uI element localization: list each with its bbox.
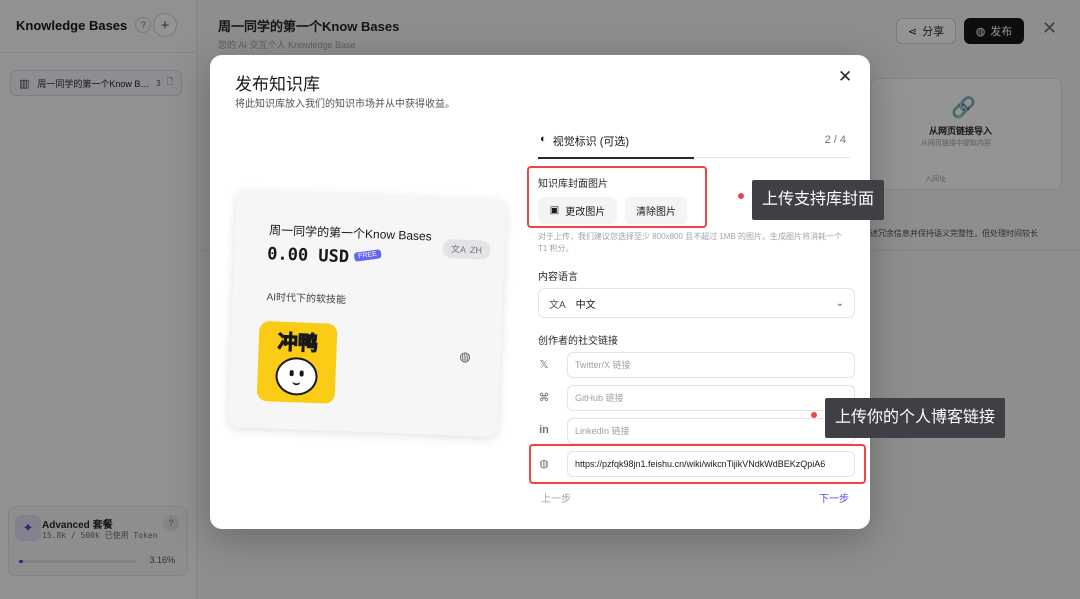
- tab-underline: [694, 157, 850, 158]
- cover-callout: 上传支持库封面: [752, 180, 885, 220]
- modal-subtitle: 将此知识库放入我们的知识市场并从中获得收益。: [235, 99, 455, 110]
- preview-language-label: ZH: [469, 244, 483, 255]
- social-links-label: 创作者的社交链接: [538, 336, 618, 347]
- preview-language-badge: 文A ZH: [442, 238, 491, 260]
- step-indicator: 2 / 4: [824, 134, 846, 146]
- content-language-label: 内容语言: [538, 272, 578, 283]
- next-step-button[interactable]: 下一步: [819, 490, 849, 505]
- previous-step-button[interactable]: 上一步: [541, 490, 571, 505]
- preview-price: 0.00 USD: [266, 244, 350, 268]
- content-language-value: 中文: [575, 299, 596, 311]
- cover-mascot: [274, 356, 319, 397]
- cover-image-text: 冲鸭: [277, 331, 319, 356]
- cover-image-hint: 对于上传，我们建议您选择至少 800x800 且不超过 1MB 的图片。生成图片…: [538, 232, 843, 253]
- cover-highlight-box: [527, 166, 707, 228]
- callout-dot: [811, 412, 817, 418]
- step-tabs: ◐ 视觉标识 (可选) 2 / 4: [538, 133, 850, 159]
- chevron-down-icon: ⌄: [835, 297, 844, 309]
- translate-icon: 文A: [450, 244, 467, 255]
- github-link-input[interactable]: [567, 385, 855, 411]
- translate-icon: 文A: [549, 299, 566, 311]
- modal-title: 发布知识库: [235, 75, 320, 94]
- tab-visual-identity[interactable]: ◐ 视觉标识 (可选): [538, 133, 694, 159]
- github-icon: ⌘: [538, 392, 550, 404]
- twitter-icon: 𝕏: [539, 359, 549, 371]
- knowledge-base-preview-card: 周一同学的第一个Know Bases 文A ZH 0.00 USD FREE A…: [227, 189, 507, 438]
- modal-close-icon[interactable]: ✕: [838, 67, 852, 87]
- preview-cover-image: 冲鸭: [256, 320, 338, 404]
- free-badge: FREE: [353, 249, 382, 262]
- palette-icon: ◐: [540, 133, 547, 145]
- linkedin-link-input[interactable]: [567, 418, 855, 444]
- content-language-select[interactable]: 文A 中文 ⌄: [538, 288, 855, 318]
- preview-title: 周一同学的第一个Know Bases: [268, 223, 432, 244]
- blog-callout: 上传你的个人博客链接: [825, 398, 1006, 438]
- callout-dot: [738, 193, 744, 199]
- globe-icon: ◍: [459, 348, 472, 365]
- linkedin-icon: in: [539, 424, 549, 436]
- twitter-link-input[interactable]: [567, 352, 855, 378]
- website-highlight-box: [529, 444, 866, 484]
- tab-label: 视觉标识 (可选): [552, 136, 630, 148]
- preview-description: AI时代下的软技能: [266, 292, 347, 307]
